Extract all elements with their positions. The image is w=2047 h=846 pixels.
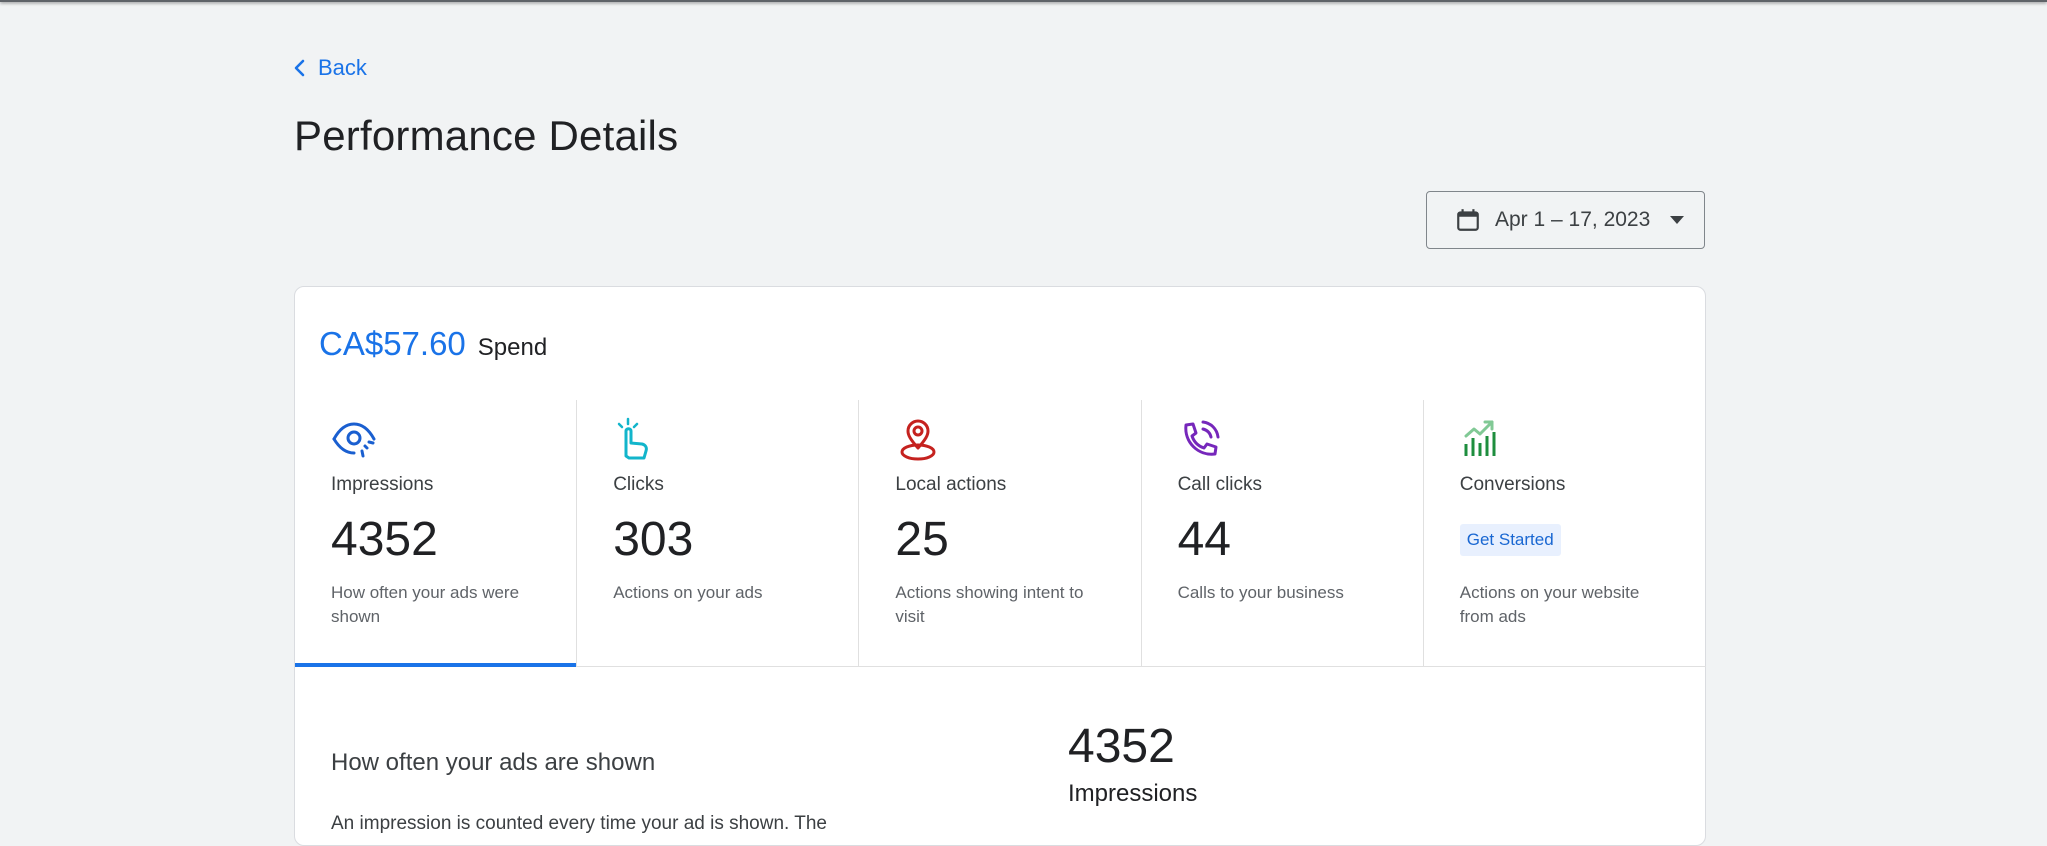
- metric-tab-call-clicks[interactable]: Call clicks 44 Calls to your business: [1142, 400, 1424, 666]
- metric-value: 4352: [331, 513, 438, 566]
- page-title: Performance Details: [294, 112, 679, 159]
- metric-description: Actions on your ads: [613, 583, 763, 602]
- tap-icon: [617, 417, 649, 460]
- phone-call-icon: [1184, 420, 1220, 456]
- metric-name: Local actions: [895, 474, 1007, 495]
- metric-tab-clicks[interactable]: Clicks 303 Actions on your ads: [577, 400, 860, 666]
- metric-name: Conversions: [1459, 474, 1566, 495]
- metric-name: Impressions: [331, 474, 434, 495]
- eye-icon: [332, 422, 376, 458]
- trending-chart-icon: [1464, 420, 1496, 456]
- caret-down-icon: [1670, 216, 1684, 224]
- metric-tab-conversions[interactable]: Conversions Get Started Actions on your …: [1424, 400, 1706, 666]
- metric-tabs: Impressions 4352 How often your ads were…: [295, 400, 1706, 667]
- detail-value-label: Impressions: [1068, 780, 1198, 807]
- spend-label: Spend: [477, 334, 548, 361]
- top-edge: [0, 0, 2047, 2]
- get-started-button[interactable]: Get Started: [1459, 524, 1561, 556]
- performance-card: CA$57.60 Spend Impressions 4352 How ofte…: [294, 286, 1706, 846]
- back-link[interactable]: Back: [290, 55, 367, 81]
- back-label: Back: [318, 55, 367, 80]
- metric-tab-impressions[interactable]: Impressions 4352 How often your ads were…: [295, 400, 578, 667]
- detail-value: 4352: [1068, 720, 1175, 773]
- metric-description: Calls to your business: [1177, 583, 1344, 602]
- spend-amount: CA$57.60: [319, 325, 466, 362]
- metric-value: 303: [613, 513, 694, 566]
- metric-description: Actions showing intent to visit: [895, 583, 1084, 626]
- metric-name: Call clicks: [1177, 474, 1263, 495]
- date-range-picker[interactable]: Apr 1 – 17, 2023: [1426, 191, 1705, 249]
- location-pin-icon: [900, 419, 936, 461]
- metric-tab-local-actions[interactable]: Local actions 25 Actions showing intent …: [859, 400, 1142, 666]
- chevron-left-icon: [294, 59, 305, 77]
- metric-description: Actions on your website from ads: [1459, 583, 1640, 626]
- metric-description: How often your ads were shown: [331, 583, 520, 626]
- calendar-icon: [1457, 209, 1479, 231]
- metric-value: 44: [1177, 513, 1231, 566]
- metric-value: 25: [895, 513, 949, 566]
- metric-name: Clicks: [613, 474, 664, 495]
- detail-text: An impression is counted every time your…: [331, 813, 827, 834]
- date-range-label: Apr 1 – 17, 2023: [1495, 208, 1651, 231]
- spend-summary: CA$57.60 Spend: [319, 325, 547, 363]
- detail-title: How often your ads are shown: [331, 749, 656, 776]
